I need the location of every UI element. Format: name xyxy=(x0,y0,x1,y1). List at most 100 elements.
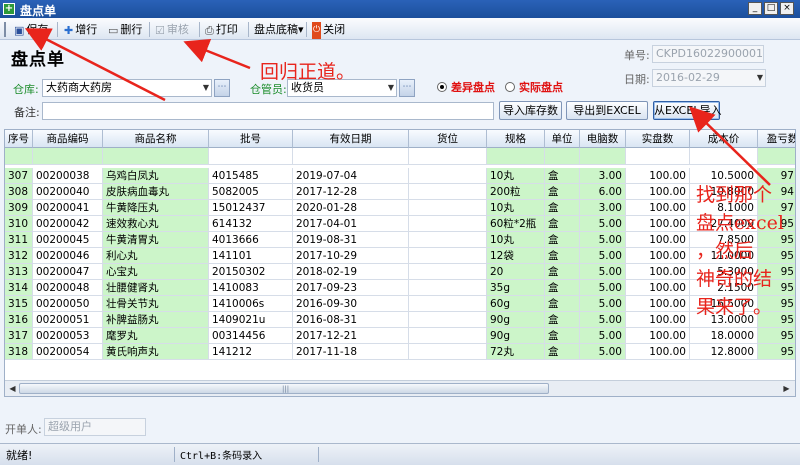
table-row[interactable]: 312 00200046 利心丸 141101 2017-10-29 12袋盒 5.00 10… xyxy=(5,248,795,264)
table-cell[interactable]: 5.00 xyxy=(580,264,626,280)
table-cell[interactable]: 1410083 xyxy=(209,280,293,296)
table-row[interactable]: 310 00200042 速效救心丸 614132 2017-04-01 60粒*2瓶盒 5… xyxy=(5,216,795,232)
table-cell[interactable]: 00200053 xyxy=(33,328,103,344)
filter-cell[interactable] xyxy=(409,148,487,165)
table-cell[interactable]: 2019-08-31 xyxy=(293,232,409,248)
table-cell[interactable]: 牛黄降压丸 xyxy=(103,200,209,216)
table-cell[interactable] xyxy=(409,232,487,248)
table-cell[interactable]: 10丸 xyxy=(487,200,545,216)
table-row[interactable]: 309 00200041 牛黄降压丸 15012437 2020-01-28 10丸盒 3.… xyxy=(5,200,795,216)
table-cell[interactable]: 2019-07-04 xyxy=(293,168,409,184)
table-row[interactable]: 316 00200051 补脾益肠丸 1409021u 2016-08-31 90g 盒 5.… xyxy=(5,312,795,328)
column-header[interactable]: 电脑数 xyxy=(580,130,626,148)
filter-cell[interactable] xyxy=(209,148,293,165)
table-cell[interactable]: 317 xyxy=(5,328,33,344)
table-cell[interactable]: 3.00 xyxy=(580,168,626,184)
table-cell[interactable]: 100.00 xyxy=(626,328,690,344)
table-cell[interactable]: 72丸 xyxy=(487,344,545,360)
table-cell[interactable] xyxy=(409,184,487,200)
table-cell[interactable]: 盒 xyxy=(545,216,580,232)
table-cell[interactable]: 5.00 xyxy=(580,232,626,248)
import-stock-button[interactable]: 导入库存数 xyxy=(499,101,562,120)
table-cell[interactable]: 补脾益肠丸 xyxy=(103,312,209,328)
table-cell[interactable]: 00200045 xyxy=(33,232,103,248)
table-row[interactable]: 308 00200040 皮肤病血毒丸 5082005 2017-12-28 200粒盒 6… xyxy=(5,184,795,200)
filter-cell[interactable] xyxy=(103,148,209,165)
table-cell[interactable]: 盒 xyxy=(545,328,580,344)
table-cell[interactable]: 200粒 xyxy=(487,184,545,200)
table-cell[interactable]: 60g xyxy=(487,296,545,312)
table-cell[interactable]: 00200042 xyxy=(33,216,103,232)
filter-cell[interactable] xyxy=(33,148,103,165)
column-header[interactable]: 单位 xyxy=(545,130,580,148)
table-cell[interactable]: 100.00 xyxy=(626,280,690,296)
table-cell[interactable]: 2016-08-31 xyxy=(293,312,409,328)
table-cell[interactable]: 00200048 xyxy=(33,280,103,296)
column-header[interactable]: 批号 xyxy=(209,130,293,148)
table-cell[interactable]: 2017-09-23 xyxy=(293,280,409,296)
table-cell[interactable]: 12.8000 xyxy=(690,344,758,360)
table-row[interactable]: 307 00200038 乌鸡白凤丸 4015485 2019-07-04 10丸盒 3.0… xyxy=(5,168,795,184)
table-cell[interactable]: 100.00 xyxy=(626,200,690,216)
keeper-lookup-button[interactable]: ⋯ xyxy=(399,79,415,97)
table-cell[interactable]: 12袋 xyxy=(487,248,545,264)
table-cell[interactable]: 95.0 xyxy=(758,248,795,264)
column-header[interactable]: 成本价 xyxy=(690,130,758,148)
export-excel-button[interactable]: 导出到EXCEL xyxy=(566,101,648,120)
table-cell[interactable]: 00200051 xyxy=(33,312,103,328)
close-window-button[interactable]: × xyxy=(780,2,794,15)
table-cell[interactable]: 2017-12-21 xyxy=(293,328,409,344)
column-header[interactable]: 规格 xyxy=(487,130,545,148)
table-cell[interactable] xyxy=(409,248,487,264)
table-cell[interactable]: 100.00 xyxy=(626,296,690,312)
scroll-thumb[interactable]: ||| xyxy=(19,383,549,394)
table-cell[interactable]: 1410006s xyxy=(209,296,293,312)
close-button[interactable]: ⏻ 关闭 xyxy=(312,21,345,39)
table-cell[interactable]: 100.00 xyxy=(626,216,690,232)
date-picker[interactable]: 2016-02-29 ▼ xyxy=(652,69,766,87)
template-menu[interactable]: 盘点底稿▾ xyxy=(254,21,304,38)
table-cell[interactable] xyxy=(409,280,487,296)
add-row-button[interactable]: ✚ 增行 xyxy=(64,21,97,38)
table-cell[interactable]: 壮腰健肾丸 xyxy=(103,280,209,296)
table-cell[interactable]: 00200047 xyxy=(33,264,103,280)
table-cell[interactable]: 00200041 xyxy=(33,200,103,216)
table-cell[interactable]: 牛黄清胃丸 xyxy=(103,232,209,248)
table-cell[interactable]: 60粒*2瓶 xyxy=(487,216,545,232)
table-cell[interactable]: 盒 xyxy=(545,168,580,184)
filter-cell[interactable] xyxy=(293,148,409,165)
table-cell[interactable]: 2020-01-28 xyxy=(293,200,409,216)
table-row[interactable]: 314 00200048 壮腰健肾丸 1410083 2017-09-23 35g 盒 5.0… xyxy=(5,280,795,296)
table-cell[interactable]: 2018-02-19 xyxy=(293,264,409,280)
table-cell[interactable]: 5.00 xyxy=(580,280,626,296)
table-cell[interactable]: 00200040 xyxy=(33,184,103,200)
table-cell[interactable]: 4013666 xyxy=(209,232,293,248)
table-cell[interactable]: 盒 xyxy=(545,248,580,264)
table-cell[interactable]: 心宝丸 xyxy=(103,264,209,280)
table-cell[interactable]: 5.00 xyxy=(580,296,626,312)
table-cell[interactable]: 盒 xyxy=(545,264,580,280)
table-cell[interactable]: 100.00 xyxy=(626,184,690,200)
table-cell[interactable] xyxy=(409,264,487,280)
table-cell[interactable]: 00200038 xyxy=(33,168,103,184)
column-header[interactable]: 商品编码 xyxy=(33,130,103,148)
table-cell[interactable]: 5.00 xyxy=(580,328,626,344)
table-row[interactable]: 315 00200050 壮骨关节丸 1410006s 2016-09-30 60g 盒 5.… xyxy=(5,296,795,312)
table-cell[interactable]: 壮骨关节丸 xyxy=(103,296,209,312)
table-cell[interactable]: 00200046 xyxy=(33,248,103,264)
table-cell[interactable] xyxy=(409,328,487,344)
scroll-right-icon[interactable]: ▶ xyxy=(780,383,793,394)
table-cell[interactable]: 00314456 xyxy=(209,328,293,344)
table-cell[interactable]: 318 xyxy=(5,344,33,360)
table-cell[interactable]: 2016-09-30 xyxy=(293,296,409,312)
table-cell[interactable]: 盒 xyxy=(545,280,580,296)
table-cell[interactable]: 315 xyxy=(5,296,33,312)
import-excel-button[interactable]: 从EXCEL导入 xyxy=(653,101,721,120)
table-cell[interactable]: 100.00 xyxy=(626,248,690,264)
table-cell[interactable]: 309 xyxy=(5,200,33,216)
minimize-button[interactable]: _ xyxy=(748,2,762,15)
table-cell[interactable]: 盒 xyxy=(545,312,580,328)
table-cell[interactable]: 盒 xyxy=(545,296,580,312)
radio-diff-count[interactable]: 差异盘点 xyxy=(437,79,495,95)
filter-cell[interactable] xyxy=(545,148,580,165)
